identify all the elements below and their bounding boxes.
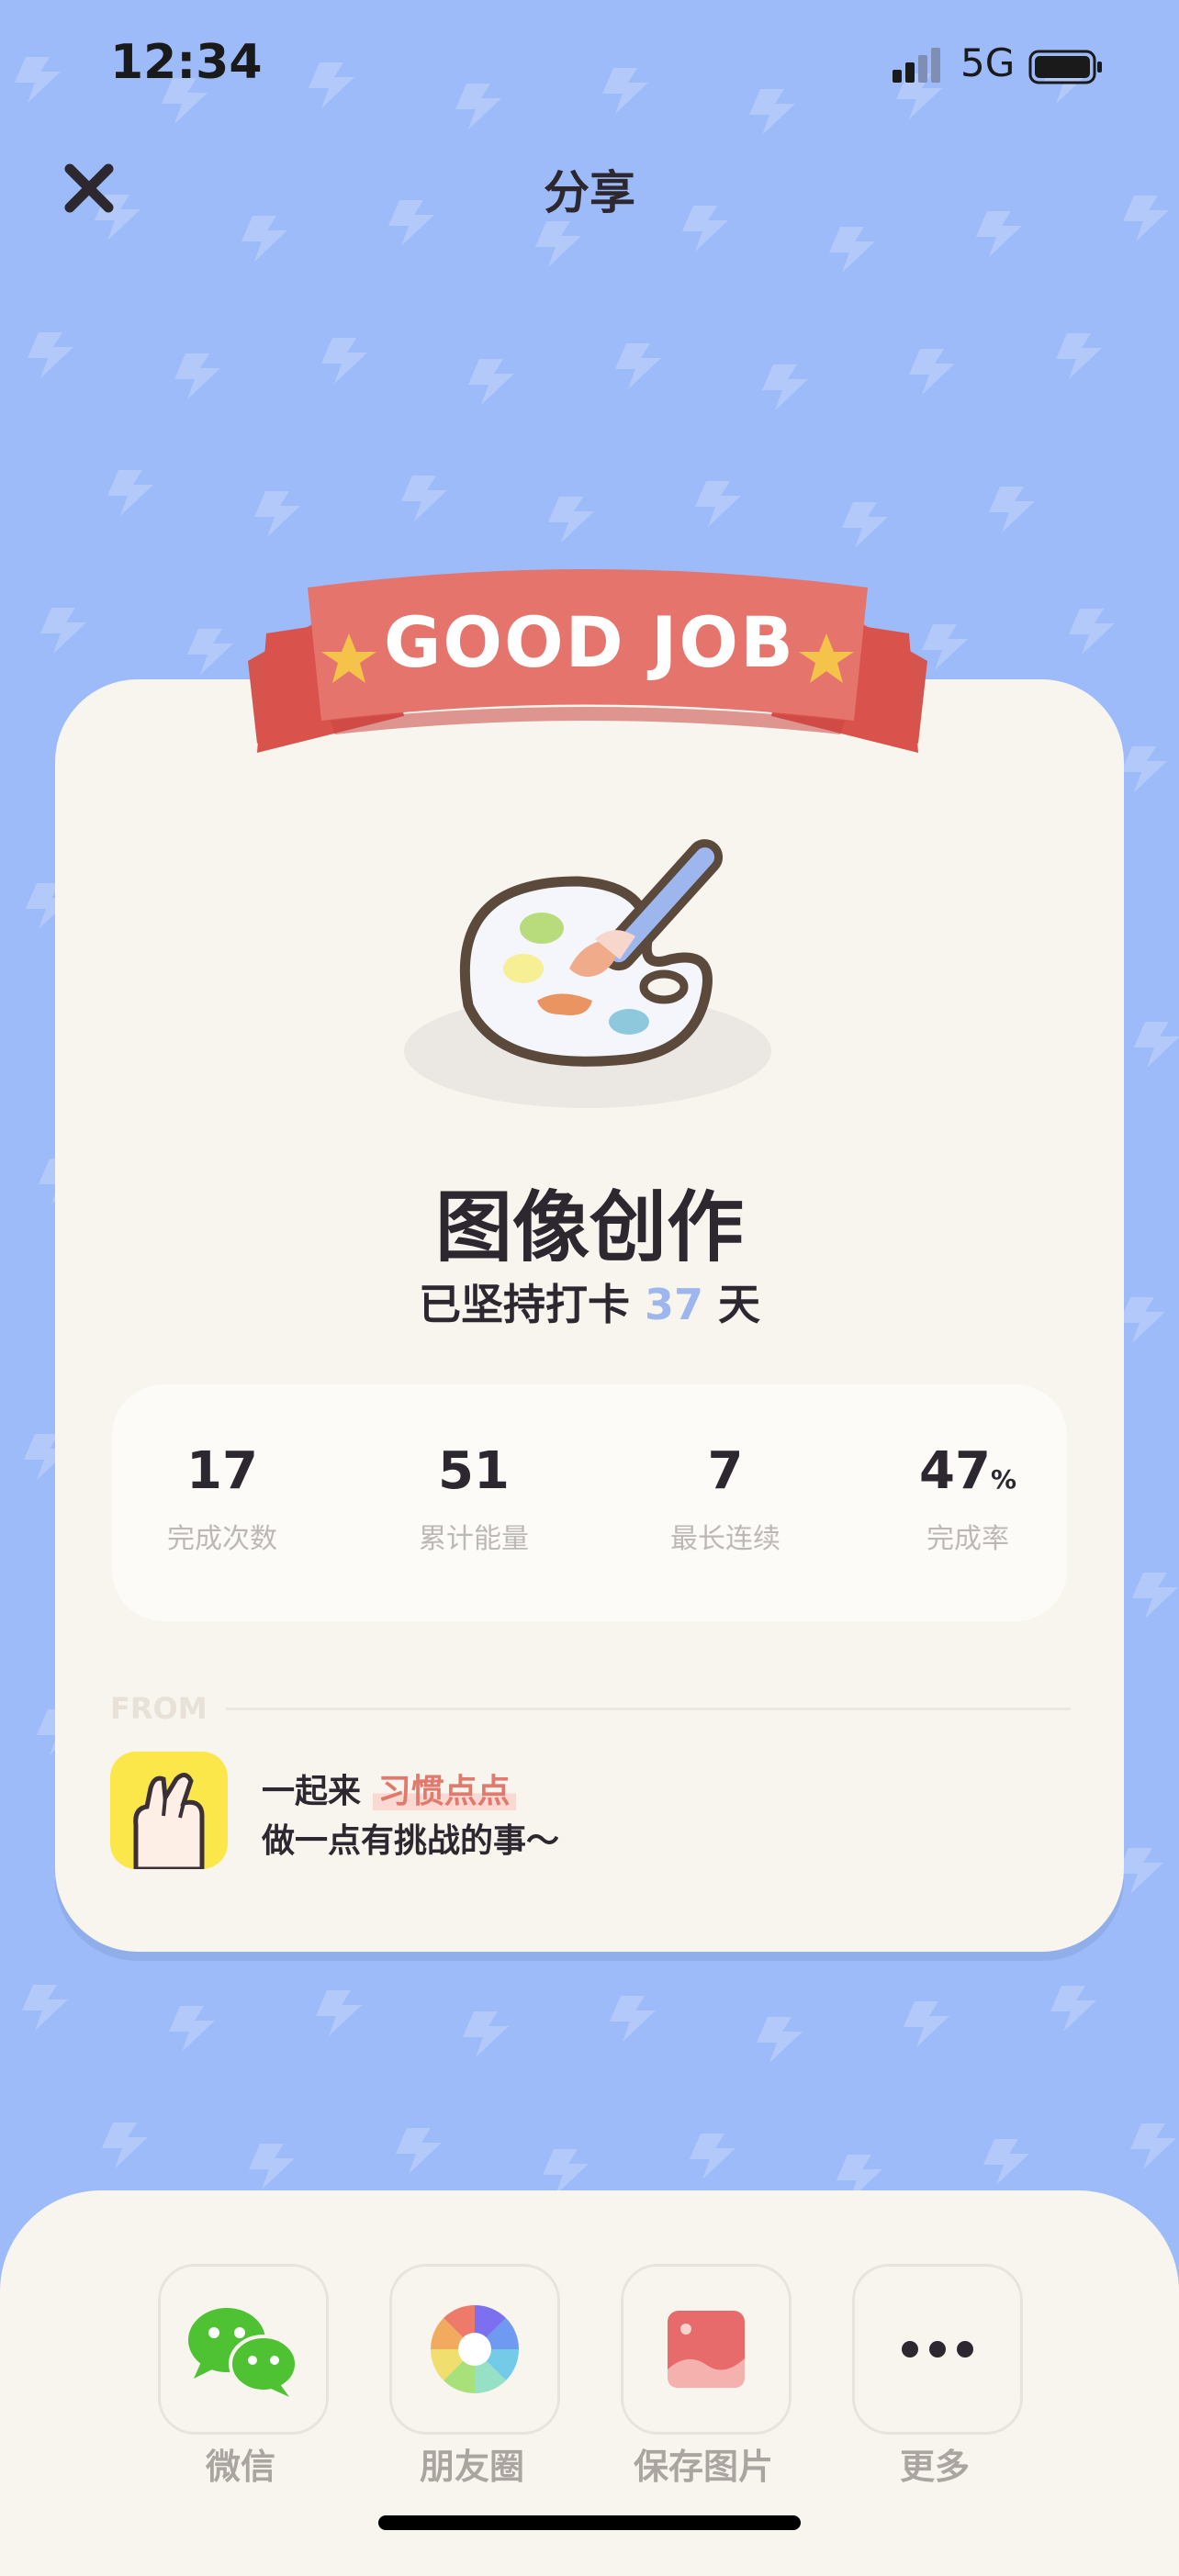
palette-icon <box>404 839 771 1108</box>
bolt-pattern-icon <box>615 343 661 389</box>
hand-icon <box>133 1773 205 1869</box>
bolt-pattern-icon <box>548 497 594 543</box>
stat-label: 完成次数 <box>167 1523 277 1555</box>
save-image-button[interactable] <box>621 2264 792 2435</box>
page-title: 分享 <box>544 166 635 219</box>
stat-value: 51 <box>438 1441 510 1501</box>
bolt-pattern-icon <box>401 476 447 521</box>
bolt-pattern-icon <box>249 2144 295 2190</box>
divider <box>226 1708 1071 1710</box>
streak-days: 37 <box>644 1280 703 1329</box>
signal-icon <box>893 48 940 83</box>
bolt-pattern-icon <box>1130 2123 1176 2169</box>
network-type: 5G <box>960 40 1016 85</box>
streak-text: 已坚持打卡 37 天 <box>0 1271 1179 1332</box>
stat-completions: 17 完成次数 <box>112 1441 332 1556</box>
bolt-pattern-icon <box>989 487 1035 532</box>
home-indicator[interactable] <box>378 2515 801 2530</box>
stat-value: 17 <box>186 1441 258 1501</box>
status-bar: 12:34 5G <box>0 0 1179 129</box>
more-icon <box>902 2341 973 2358</box>
bolt-pattern-icon <box>904 2001 949 2047</box>
bolt-pattern-icon <box>543 2149 589 2195</box>
app-logo <box>110 1752 228 1869</box>
bolt-pattern-icon <box>22 1985 68 2031</box>
share-moments-button[interactable] <box>389 2264 560 2435</box>
save-image-label: 保存图片 <box>633 2447 773 2487</box>
bolt-pattern-icon <box>174 353 220 399</box>
stat-energy: 51 累计能量 <box>364 1441 584 1556</box>
more-label: 更多 <box>899 2447 970 2487</box>
bolt-pattern-icon <box>1050 1986 1096 2032</box>
stat-value: 7 <box>707 1441 744 1501</box>
save-image-icon <box>668 2311 745 2388</box>
wechat-icon <box>188 2308 298 2397</box>
more-button[interactable] <box>852 2264 1023 2435</box>
slogan-prefix: 一起来 <box>262 1773 362 1810</box>
slogan-line-1: 一起来 习惯点点 <box>262 1764 516 1812</box>
bolt-pattern-icon <box>535 221 581 267</box>
stat-label: 完成率 <box>926 1523 1009 1555</box>
bolt-pattern-icon <box>169 2006 215 2052</box>
bolt-pattern-icon <box>321 338 367 384</box>
stat-label: 最长连续 <box>670 1523 780 1555</box>
bolt-pattern-icon <box>909 349 955 395</box>
bolt-pattern-icon <box>610 1996 656 2042</box>
bolt-pattern-icon <box>842 502 888 548</box>
bolt-pattern-icon <box>468 359 514 405</box>
bolt-pattern-icon <box>102 2122 148 2168</box>
stat-value: 47 <box>919 1441 991 1501</box>
share-moments-label: 朋友圈 <box>419 2447 524 2487</box>
bolt-pattern-icon <box>316 1990 362 2036</box>
share-wechat-button[interactable] <box>158 2264 329 2435</box>
bolt-pattern-icon <box>690 2134 735 2179</box>
habit-name: 图像创作 <box>434 1182 744 1272</box>
good-job-text: GOOD JOB <box>384 601 795 683</box>
bolt-pattern-icon <box>396 2128 442 2174</box>
bolt-pattern-icon <box>757 2017 803 2063</box>
status-time: 12:34 <box>110 35 263 90</box>
from-label: FROM <box>110 1691 208 1726</box>
stat-longest-streak: 7 最长连续 <box>615 1441 836 1556</box>
bolt-pattern-icon <box>28 332 73 378</box>
bolt-pattern-icon <box>1056 333 1102 379</box>
bolt-pattern-icon <box>762 364 808 410</box>
bolt-pattern-icon <box>829 227 875 273</box>
stats-panel: 17 完成次数 51 累计能量 7 最长连续 47% 完成率 <box>112 1384 1067 1621</box>
good-job-ribbon <box>248 569 927 753</box>
bolt-pattern-icon <box>1134 1022 1179 1068</box>
battery-icon <box>1028 50 1102 84</box>
streak-prefix: 已坚持打卡 <box>418 1280 630 1329</box>
bolt-pattern-icon <box>463 2011 509 2057</box>
streak-suffix: 天 <box>718 1280 761 1329</box>
stat-unit: % <box>990 1464 1016 1495</box>
slogan-line-2: 做一点有挑战的事～ <box>262 1822 560 1860</box>
stat-completion-rate: 47% 完成率 <box>858 1441 1078 1556</box>
bolt-pattern-icon <box>1132 1573 1178 1618</box>
bolt-pattern-icon <box>254 491 300 537</box>
app-name: 习惯点点 <box>372 1773 516 1810</box>
stat-label: 累计能量 <box>419 1523 529 1555</box>
moments-icon <box>430 2304 520 2394</box>
share-wechat-label: 微信 <box>205 2447 275 2487</box>
bolt-pattern-icon <box>983 2139 1029 2185</box>
bolt-pattern-icon <box>107 470 153 516</box>
bolt-pattern-icon <box>695 481 741 527</box>
